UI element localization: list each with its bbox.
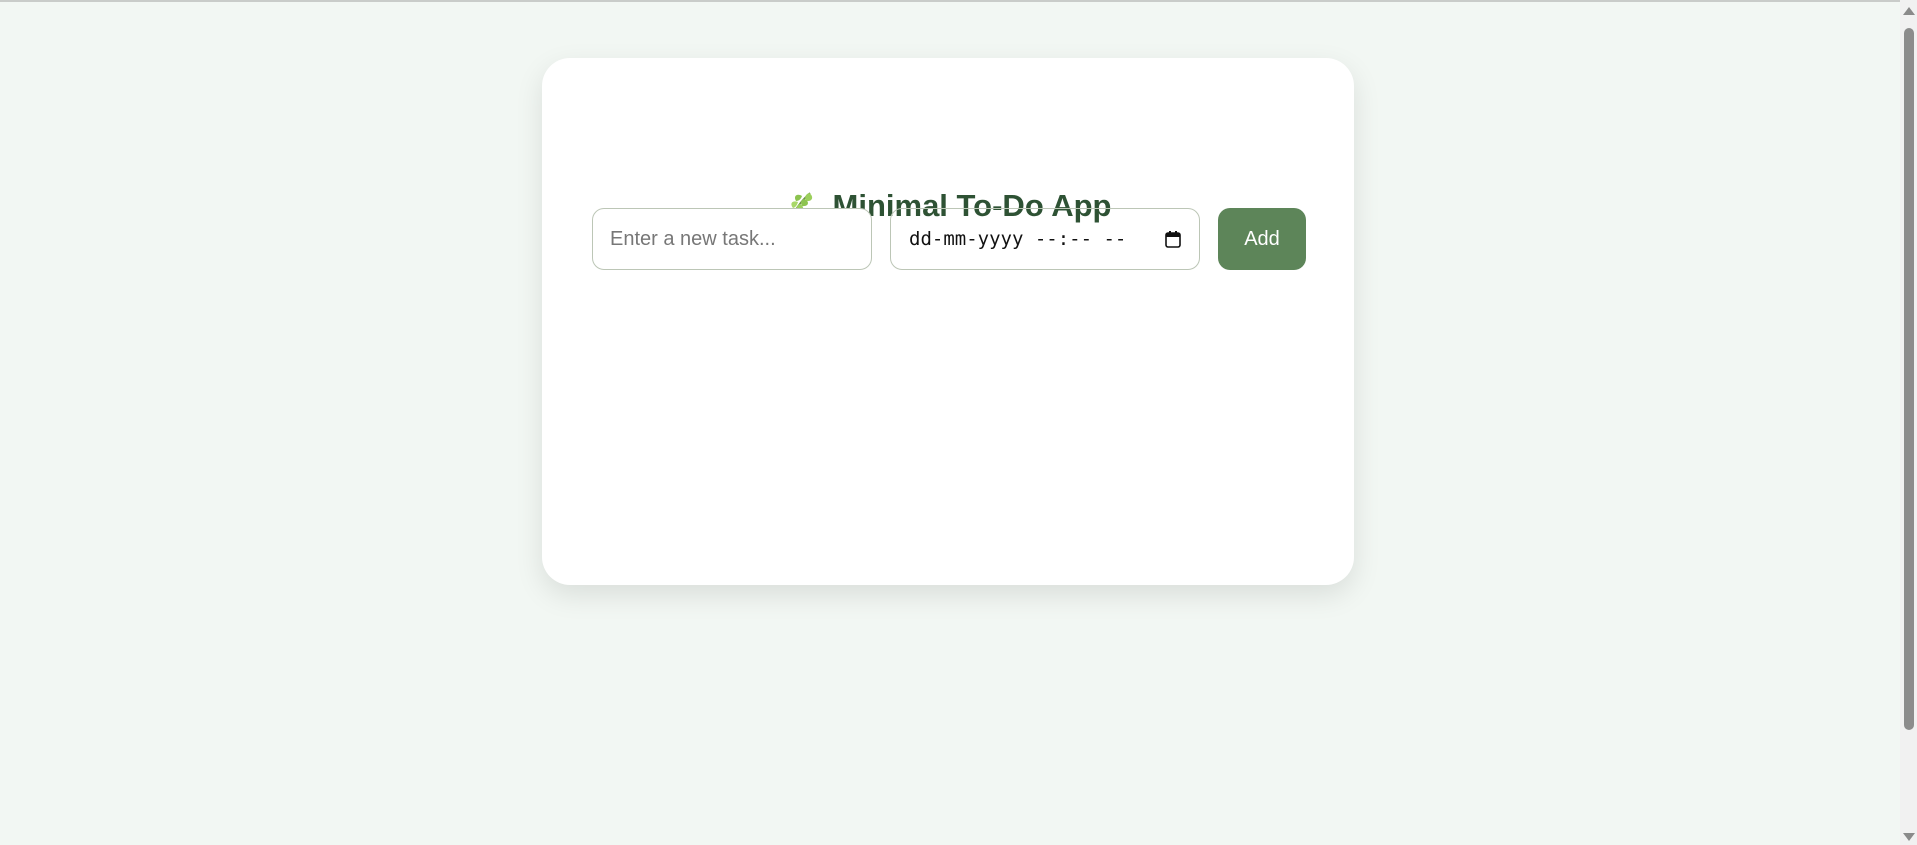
task-list — [592, 298, 1304, 538]
scroll-up-arrow-icon[interactable] — [1903, 7, 1915, 15]
calendar-icon[interactable] — [1165, 230, 1181, 248]
datetime-placeholder: dd-mm-yyyy --:-- -- — [909, 228, 1127, 250]
scrollbar-thumb[interactable] — [1904, 28, 1914, 730]
due-datetime-input[interactable]: dd-mm-yyyy --:-- -- — [890, 208, 1200, 270]
vertical-scrollbar[interactable] — [1900, 0, 1917, 845]
page: Minimal To-Do App dd-mm-yyyy --:-- -- Ad… — [0, 0, 1900, 845]
task-form: dd-mm-yyyy --:-- -- Add — [592, 208, 1306, 270]
todo-card: Minimal To-Do App dd-mm-yyyy --:-- -- Ad… — [542, 58, 1354, 585]
scroll-down-arrow-icon[interactable] — [1903, 833, 1915, 841]
task-input[interactable] — [592, 208, 872, 270]
add-task-button[interactable]: Add — [1218, 208, 1306, 270]
